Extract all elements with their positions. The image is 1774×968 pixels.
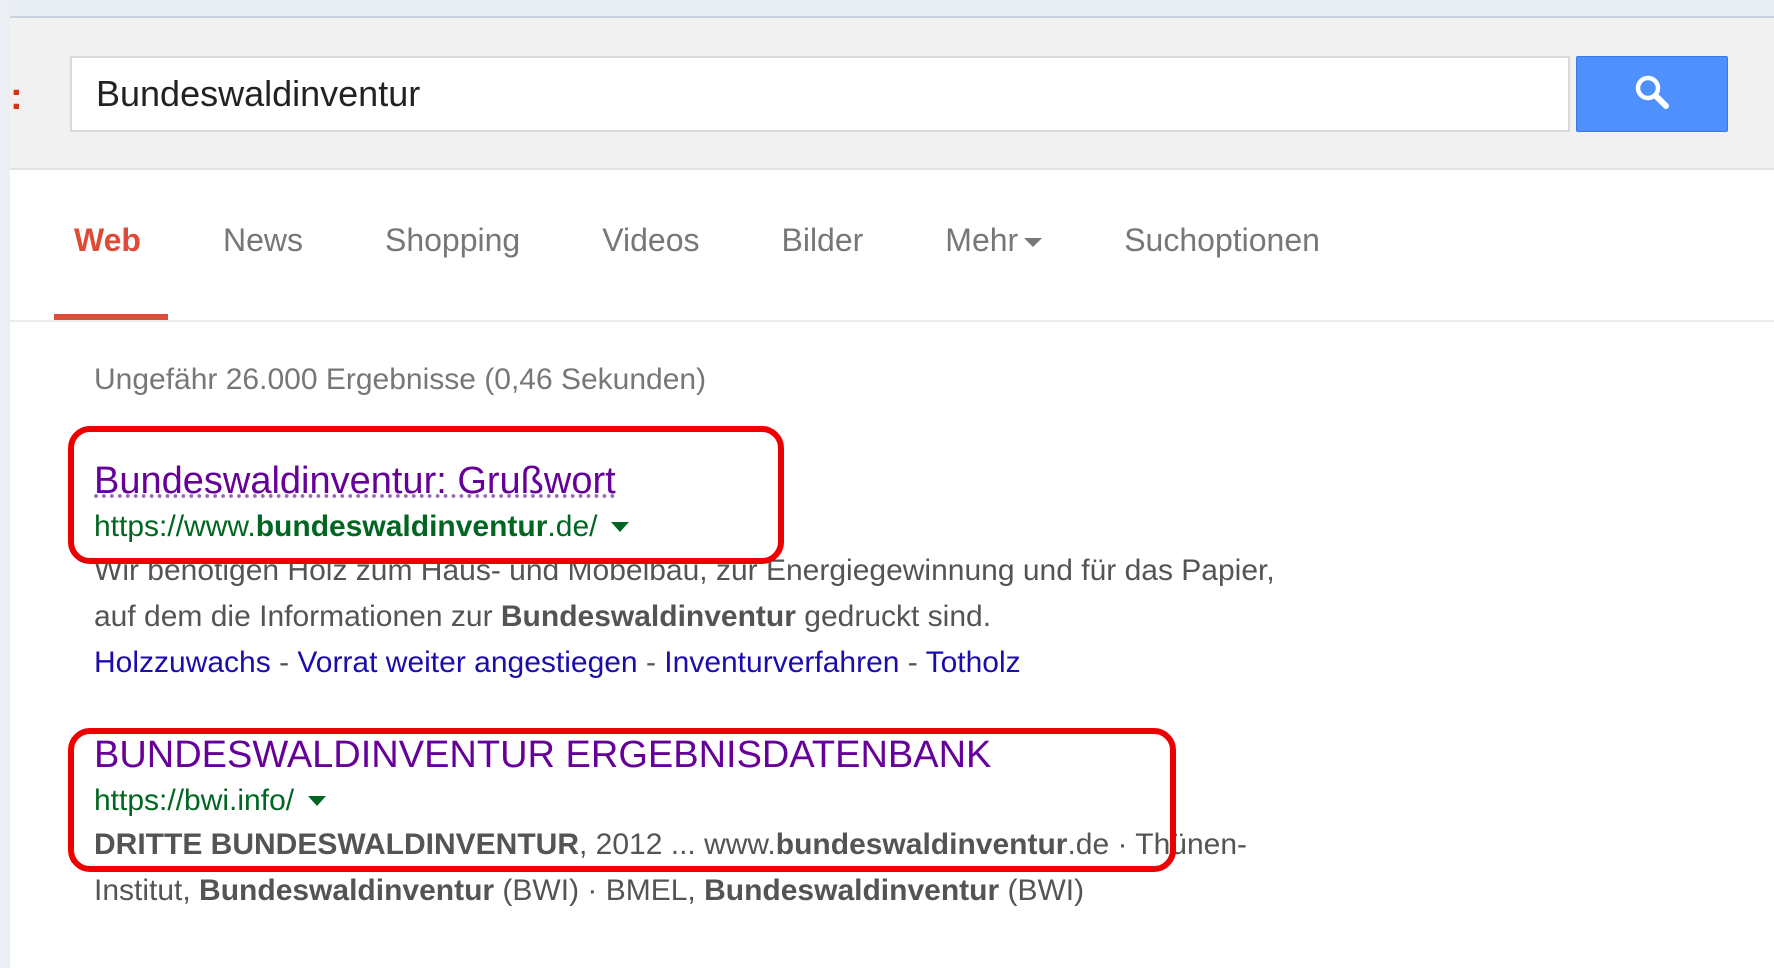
search-result: Bundeswaldinventur: Grußwort https://www…	[94, 456, 1494, 686]
sitelink-totholz[interactable]: Totholz	[926, 646, 1021, 679]
url-dropdown-caret-icon[interactable]	[611, 522, 630, 532]
tab-bilder[interactable]: Bilder	[781, 222, 863, 320]
search-query-text: Bundeswaldinventur	[96, 73, 421, 114]
logo-fragment[interactable]: :	[10, 78, 23, 116]
url-dropdown-caret-icon[interactable]	[308, 796, 327, 806]
caret-down-icon	[1024, 238, 1043, 247]
sitelinks: Holzzuwachs - Vorrat weiter angestiegen …	[94, 646, 1021, 679]
result-url: https://www. bundeswaldinventur .de/	[94, 506, 1494, 548]
search-icon	[1634, 74, 1670, 115]
result-stats: Ungefähr 26.000 Ergebnisse (0,46 Sekunde…	[94, 363, 707, 396]
browser-top-border	[10, 0, 1774, 18]
sitelink-inventurverfahren[interactable]: Inventurverfahren	[664, 646, 899, 679]
result-title-link[interactable]: Bundeswaldinventur: Grußwort	[94, 456, 1494, 506]
search-header: : Bundeswaldinventur	[10, 18, 1774, 170]
search-result: BUNDESWALDINVENTUR ERGEBNISDATENBANK htt…	[94, 730, 1494, 914]
search-results: Ungefähr 26.000 Ergebnisse (0,46 Sekunde…	[94, 356, 1494, 914]
result-snippet: Wir benötigen Holz zum Haus- und Möbelba…	[94, 554, 1275, 633]
tab-web[interactable]: Web	[54, 222, 168, 320]
result-title-link[interactable]: BUNDESWALDINVENTUR ERGEBNISDATENBANK	[94, 730, 1494, 780]
result-snippet: DRITTE BUNDESWALDINVENTUR, 2012 ... www.…	[94, 828, 1248, 907]
search-button[interactable]	[1576, 56, 1728, 132]
tab-mehr[interactable]: Mehr	[945, 222, 1043, 320]
window-left-edge	[0, 0, 10, 968]
tabs-divider	[10, 320, 1774, 322]
tab-shopping[interactable]: Shopping	[385, 222, 520, 320]
tab-news[interactable]: News	[223, 222, 303, 320]
search-tabs: Web News Shopping Videos Bilder Mehr Suc…	[54, 222, 1402, 320]
search-input[interactable]: Bundeswaldinventur	[70, 56, 1570, 132]
sitelink-vorrat[interactable]: Vorrat weiter angestiegen	[297, 646, 637, 679]
tab-suchoptionen[interactable]: Suchoptionen	[1124, 222, 1320, 320]
result-url: https://bwi.info/	[94, 780, 1494, 822]
tab-videos[interactable]: Videos	[602, 222, 699, 320]
sitelink-holzzuwachs[interactable]: Holzzuwachs	[94, 646, 271, 679]
